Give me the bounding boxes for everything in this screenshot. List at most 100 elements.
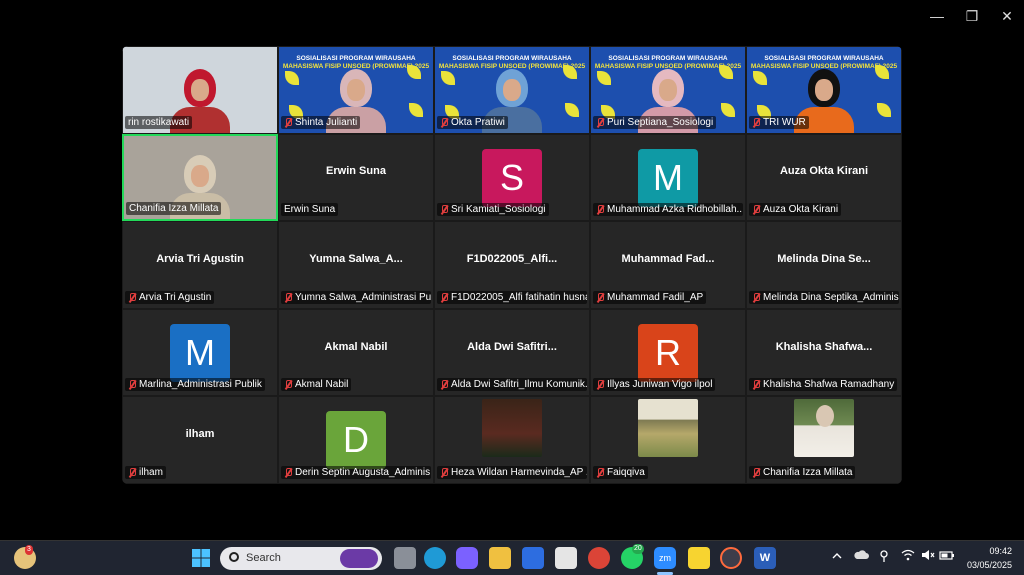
participant-name-label: Khalisha Shafwa Ramadhany [749,378,898,392]
participant-name-label: Chanifia Izza Millata [126,202,222,216]
participant-display-name: Muhammad Fad... [621,253,715,265]
participant-display-name: Auza Okta Kirani [779,165,869,178]
banner-leaf-decoration [877,103,891,117]
participant-name-label: Okta Pratiwi [437,115,508,129]
close-button[interactable]: ✕ [990,4,1024,28]
word-icon[interactable]: W [754,547,776,569]
downloads-icon[interactable] [522,547,544,569]
participant-tile[interactable]: Khalisha Shafwa... Khalisha Shafwa Ramadh… [746,308,902,397]
zoom-icon[interactable]: zm [654,547,676,569]
media-player-icon[interactable] [720,547,742,569]
chevron-up-icon[interactable] [832,551,842,564]
participant-name-text: Auza Okta Kirani [763,204,839,216]
participant-tile[interactable]: Chanifia Izza Millata [122,133,278,222]
participant-tile[interactable]: Faiqqiva [590,396,746,484]
participant-name-label: Sri Kamiati_Sosiologi [437,203,549,217]
participant-profile-photo [794,399,854,458]
participant-name-text: Arvia Tri Agustin [139,291,212,303]
taskbar-search[interactable]: Search [220,547,382,570]
microsoft-store-icon[interactable] [555,547,577,569]
copilot-icon[interactable] [456,547,478,569]
participant-name-label: Shinta Julianti [281,115,361,129]
participant-tile[interactable]: ilham ilham [122,396,278,484]
mic-muted-icon [284,380,292,389]
participant-tile[interactable]: M Marlina_Administrasi Publik [122,308,278,397]
participant-tile[interactable]: SOSIALISASI PROGRAM WIRAUSAHA MAHASISWA F… [434,46,590,134]
participant-name-text: Sri Kamiati_Sosiologi [451,204,546,216]
participant-tile[interactable]: Heza Wildan Harmevinda_AP ... [434,396,590,484]
maximize-button[interactable]: ❐ [955,4,989,28]
participant-name-label: Auza Okta Kirani [749,203,842,217]
mic-muted-icon [752,117,760,127]
participant-tile[interactable]: Akmal Nabil Akmal Nabil [278,308,434,397]
participant-name-label: Akmal Nabil [281,378,352,392]
system-clock[interactable]: 09:42 03/05/2025 [967,544,1012,572]
participant-tile[interactable]: R Illyas Juniwan Vigo ilpol [590,308,746,397]
participant-tile[interactable]: F1D022005_Alfi... F1D022005_Alfi fatihati… [434,221,590,309]
participant-tile[interactable]: SOSIALISASI PROGRAM WIRAUSAHA MAHASISWA F… [590,46,746,134]
participant-tile[interactable]: S Sri Kamiati_Sosiologi [434,133,590,222]
participant-tile[interactable]: Yumna Salwa_A... Yumna Salwa_Administrasi… [278,221,434,309]
mic-muted-icon [284,292,292,302]
participant-avatar: D [326,411,386,470]
participant-name-label: Puri Septiana_Sosiologi [593,115,717,129]
participant-avatar: M [170,323,230,382]
mic-muted-icon [284,467,292,477]
chrome-icon[interactable] [588,547,610,569]
participant-name-label: Melinda Dina Septika_Adminis... [749,290,899,304]
participant-tile[interactable]: Muhammad Fad... Muhammad Fadil_AP [590,221,746,309]
file-explorer-icon[interactable] [489,547,511,569]
participant-name-text: Alda Dwi Safitri_Ilmu Komunik... [451,379,587,391]
search-highlight-image [340,549,378,568]
participant-name-label: Marlina_Administrasi Publik [125,378,265,392]
participant-display-name: Melinda Dina Se... [777,253,871,265]
participant-tile[interactable]: D Derin Septin Augusta_Adminis... [278,396,434,484]
participant-tile[interactable]: Erwin Suna Erwin Suna [278,133,434,222]
participant-tile[interactable]: Chanifia Izza Millata [746,396,902,484]
participant-display-name: Erwin Suna [326,165,386,178]
participant-name-label: Illyas Juniwan Vigo ilpol [593,378,716,392]
start-icon[interactable] [190,547,212,569]
banner-leaf-decoration [409,103,423,117]
participant-tile[interactable]: Alda Dwi Safitri... Alda Dwi Safitri_Ilmu… [434,308,590,397]
edge-icon[interactable] [424,547,446,569]
participant-display-name: Yumna Salwa_A... [309,253,403,265]
sticky-notes-icon[interactable] [688,547,710,569]
mic-muted-icon [128,380,136,389]
mic-muted-icon [440,467,448,477]
cloud-icon[interactable] [853,549,869,564]
mic-muted-icon [596,292,604,302]
participant-tile[interactable]: SOSIALISASI PROGRAM WIRAUSAHA MAHASISWA F… [278,46,434,134]
participant-name-label: Muhammad Fadil_AP [593,290,707,304]
mic-muted-icon [440,117,448,127]
minimize-button[interactable]: — [920,4,954,28]
participant-tile[interactable]: M Muhammad Azka Ridhobillah... [590,133,746,222]
participant-profile-photo [482,399,542,458]
participant-name-label: Muhammad Azka Ridhobillah... [593,203,743,217]
mic-muted-icon [752,380,760,389]
clock-time: 09:42 [989,546,1012,556]
participant-name-text: Chanifia Izza Millata [763,466,853,478]
mic-muted-icon [596,117,604,127]
participant-tile[interactable]: Melinda Dina Se... Melinda Dina Septika_A… [746,221,902,309]
speaker-muted-icon[interactable] [921,549,935,564]
banner-leaf-decoration [597,71,611,85]
participant-tile[interactable]: SOSIALISASI PROGRAM WIRAUSAHA MAHASISWA F… [746,46,902,134]
task-view-icon[interactable] [394,547,416,569]
mic-muted-icon [596,467,604,477]
participant-name-text: Puri Septiana_Sosiologi [607,116,714,128]
participant-tile[interactable]: Auza Okta Kirani Auza Okta Kirani [746,133,902,222]
wifi-icon[interactable] [901,549,915,564]
participant-tile[interactable]: Arvia Tri Agustin Arvia Tri Agustin [122,221,278,309]
participant-name-label: Heza Wildan Harmevinda_AP ... [437,465,587,479]
participant-tile[interactable]: rin rostikawati [122,46,278,134]
banner-line-1: SOSIALISASI PROGRAM WIRAUSAHA [608,55,728,62]
mic-muted-icon [128,292,136,302]
location-icon[interactable] [877,549,891,566]
participant-display-name: Akmal Nabil [324,340,388,353]
banner-line-1: SOSIALISASI PROGRAM WIRAUSAHA [296,55,416,62]
battery-icon[interactable] [939,549,955,564]
participant-avatar: R [638,323,698,382]
participant-name-text: rin rostikawati [128,116,190,128]
participant-display-name: F1D022005_Alfi... [466,253,558,265]
